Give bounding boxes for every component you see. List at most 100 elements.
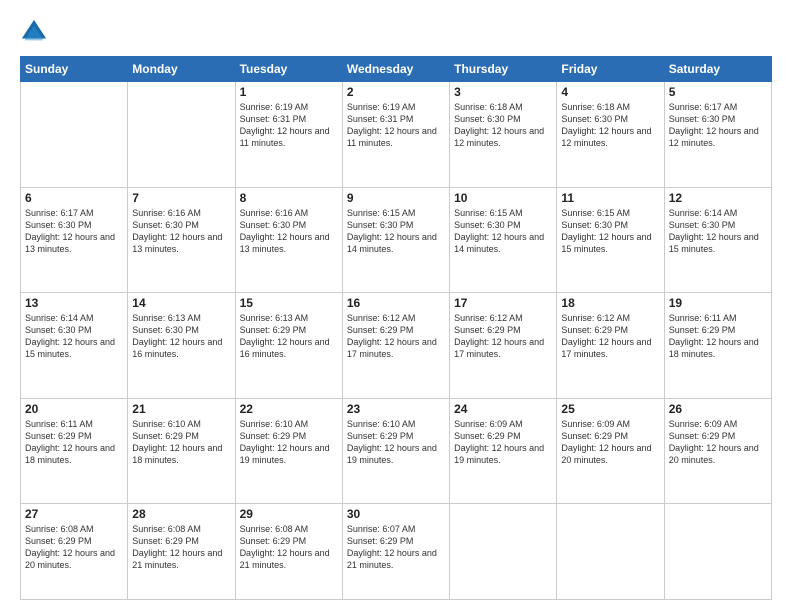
day-number: 2	[347, 85, 445, 99]
calendar-cell: 7 Sunrise: 6:16 AM Sunset: 6:30 PM Daylig…	[128, 187, 235, 293]
calendar-week-row: 1 Sunrise: 6:19 AM Sunset: 6:31 PM Daylig…	[21, 82, 772, 188]
day-number: 29	[240, 507, 338, 521]
day-number: 19	[669, 296, 767, 310]
day-info: Sunrise: 6:14 AM Sunset: 6:30 PM Dayligh…	[669, 208, 759, 254]
day-info: Sunrise: 6:13 AM Sunset: 6:30 PM Dayligh…	[132, 313, 222, 359]
day-number: 13	[25, 296, 123, 310]
day-number: 11	[561, 191, 659, 205]
day-number: 3	[454, 85, 552, 99]
day-info: Sunrise: 6:19 AM Sunset: 6:31 PM Dayligh…	[347, 102, 437, 148]
day-info: Sunrise: 6:18 AM Sunset: 6:30 PM Dayligh…	[561, 102, 651, 148]
day-number: 9	[347, 191, 445, 205]
calendar-cell	[21, 82, 128, 188]
calendar-cell: 27 Sunrise: 6:08 AM Sunset: 6:29 PM Dayli…	[21, 504, 128, 600]
calendar-cell: 4 Sunrise: 6:18 AM Sunset: 6:30 PM Daylig…	[557, 82, 664, 188]
day-number: 27	[25, 507, 123, 521]
logo-icon	[20, 18, 48, 46]
calendar-cell	[664, 504, 771, 600]
calendar-cell: 11 Sunrise: 6:15 AM Sunset: 6:30 PM Dayli…	[557, 187, 664, 293]
day-info: Sunrise: 6:11 AM Sunset: 6:29 PM Dayligh…	[25, 419, 115, 465]
day-info: Sunrise: 6:09 AM Sunset: 6:29 PM Dayligh…	[669, 419, 759, 465]
calendar-cell: 30Sunrise: 6:07 AM Sunset: 6:29 PM Dayli…	[342, 504, 449, 600]
weekday-header: Wednesday	[342, 57, 449, 82]
calendar-header: SundayMondayTuesdayWednesdayThursdayFrid…	[21, 57, 772, 82]
calendar-cell: 24 Sunrise: 6:09 AM Sunset: 6:29 PM Dayli…	[450, 398, 557, 504]
calendar-cell: 10Sunrise: 6:15 AM Sunset: 6:30 PM Dayli…	[450, 187, 557, 293]
calendar-cell: 9 Sunrise: 6:15 AM Sunset: 6:30 PM Daylig…	[342, 187, 449, 293]
day-info: Sunrise: 6:18 AM Sunset: 6:30 PM Dayligh…	[454, 102, 544, 148]
calendar-cell: 17 Sunrise: 6:12 AM Sunset: 6:29 PM Dayli…	[450, 293, 557, 399]
day-info: Sunrise: 6:10 AM Sunset: 6:29 PM Dayligh…	[347, 419, 437, 465]
day-number: 30	[347, 507, 445, 521]
day-number: 21	[132, 402, 230, 416]
calendar-week-row: 13Sunrise: 6:14 AM Sunset: 6:30 PM Dayli…	[21, 293, 772, 399]
header	[20, 18, 772, 46]
day-number: 24	[454, 402, 552, 416]
page: SundayMondayTuesdayWednesdayThursdayFrid…	[0, 0, 792, 612]
logo	[20, 18, 54, 46]
day-info: Sunrise: 6:19 AM Sunset: 6:31 PM Dayligh…	[240, 102, 330, 148]
day-info: Sunrise: 6:17 AM Sunset: 6:30 PM Dayligh…	[669, 102, 759, 148]
calendar-body: 1 Sunrise: 6:19 AM Sunset: 6:31 PM Daylig…	[21, 82, 772, 600]
day-info: Sunrise: 6:15 AM Sunset: 6:30 PM Dayligh…	[561, 208, 651, 254]
calendar-cell: 19 Sunrise: 6:11 AM Sunset: 6:29 PM Dayli…	[664, 293, 771, 399]
day-info: Sunrise: 6:11 AM Sunset: 6:29 PM Dayligh…	[669, 313, 759, 359]
calendar-cell: 21 Sunrise: 6:10 AM Sunset: 6:29 PM Dayli…	[128, 398, 235, 504]
day-number: 18	[561, 296, 659, 310]
calendar-cell: 18 Sunrise: 6:12 AM Sunset: 6:29 PM Dayli…	[557, 293, 664, 399]
day-info: Sunrise: 6:08 AM Sunset: 6:29 PM Dayligh…	[25, 524, 115, 570]
day-number: 1	[240, 85, 338, 99]
calendar-cell	[557, 504, 664, 600]
calendar-cell: 14 Sunrise: 6:13 AM Sunset: 6:30 PM Dayli…	[128, 293, 235, 399]
day-info: Sunrise: 6:12 AM Sunset: 6:29 PM Dayligh…	[454, 313, 544, 359]
day-info: Sunrise: 6:15 AM Sunset: 6:30 PM Dayligh…	[454, 208, 544, 254]
day-number: 12	[669, 191, 767, 205]
day-info: Sunrise: 6:15 AM Sunset: 6:30 PM Dayligh…	[347, 208, 437, 254]
day-number: 16	[347, 296, 445, 310]
day-number: 28	[132, 507, 230, 521]
calendar-cell: 2 Sunrise: 6:19 AM Sunset: 6:31 PM Daylig…	[342, 82, 449, 188]
day-info: Sunrise: 6:10 AM Sunset: 6:29 PM Dayligh…	[240, 419, 330, 465]
day-info: Sunrise: 6:09 AM Sunset: 6:29 PM Dayligh…	[561, 419, 651, 465]
day-number: 26	[669, 402, 767, 416]
calendar-cell: 8Sunrise: 6:16 AM Sunset: 6:30 PM Daylig…	[235, 187, 342, 293]
day-info: Sunrise: 6:09 AM Sunset: 6:29 PM Dayligh…	[454, 419, 544, 465]
weekday-header: Friday	[557, 57, 664, 82]
calendar-cell: 5 Sunrise: 6:17 AM Sunset: 6:30 PM Daylig…	[664, 82, 771, 188]
day-number: 8	[240, 191, 338, 205]
calendar-cell: 16 Sunrise: 6:12 AM Sunset: 6:29 PM Dayli…	[342, 293, 449, 399]
weekday-row: SundayMondayTuesdayWednesdayThursdayFrid…	[21, 57, 772, 82]
calendar-cell: 3 Sunrise: 6:18 AM Sunset: 6:30 PM Daylig…	[450, 82, 557, 188]
calendar-cell: 13Sunrise: 6:14 AM Sunset: 6:30 PM Dayli…	[21, 293, 128, 399]
calendar-cell: 26 Sunrise: 6:09 AM Sunset: 6:29 PM Dayli…	[664, 398, 771, 504]
day-info: Sunrise: 6:17 AM Sunset: 6:30 PM Dayligh…	[25, 208, 115, 254]
day-info: Sunrise: 6:12 AM Sunset: 6:29 PM Dayligh…	[347, 313, 437, 359]
calendar-week-row: 6 Sunrise: 6:17 AM Sunset: 6:30 PM Daylig…	[21, 187, 772, 293]
weekday-header: Thursday	[450, 57, 557, 82]
day-number: 4	[561, 85, 659, 99]
day-number: 20	[25, 402, 123, 416]
day-info: Sunrise: 6:13 AM Sunset: 6:29 PM Dayligh…	[240, 313, 330, 359]
day-info: Sunrise: 6:16 AM Sunset: 6:30 PM Dayligh…	[132, 208, 222, 254]
day-number: 17	[454, 296, 552, 310]
day-info: Sunrise: 6:12 AM Sunset: 6:29 PM Dayligh…	[561, 313, 651, 359]
day-number: 23	[347, 402, 445, 416]
calendar-cell: 15 Sunrise: 6:13 AM Sunset: 6:29 PM Dayli…	[235, 293, 342, 399]
day-number: 5	[669, 85, 767, 99]
calendar-cell: 25Sunrise: 6:09 AM Sunset: 6:29 PM Dayli…	[557, 398, 664, 504]
calendar-cell	[450, 504, 557, 600]
day-number: 6	[25, 191, 123, 205]
calendar-cell: 28Sunrise: 6:08 AM Sunset: 6:29 PM Dayli…	[128, 504, 235, 600]
day-number: 14	[132, 296, 230, 310]
day-number: 15	[240, 296, 338, 310]
calendar-cell: 12 Sunrise: 6:14 AM Sunset: 6:30 PM Dayli…	[664, 187, 771, 293]
calendar-table: SundayMondayTuesdayWednesdayThursdayFrid…	[20, 56, 772, 600]
calendar-week-row: 27 Sunrise: 6:08 AM Sunset: 6:29 PM Dayli…	[21, 504, 772, 600]
calendar-cell: 20 Sunrise: 6:11 AM Sunset: 6:29 PM Dayli…	[21, 398, 128, 504]
day-info: Sunrise: 6:10 AM Sunset: 6:29 PM Dayligh…	[132, 419, 222, 465]
calendar-cell	[128, 82, 235, 188]
calendar-cell: 22Sunrise: 6:10 AM Sunset: 6:29 PM Dayli…	[235, 398, 342, 504]
day-number: 7	[132, 191, 230, 205]
calendar-cell: 29Sunrise: 6:08 AM Sunset: 6:29 PM Dayli…	[235, 504, 342, 600]
weekday-header: Tuesday	[235, 57, 342, 82]
